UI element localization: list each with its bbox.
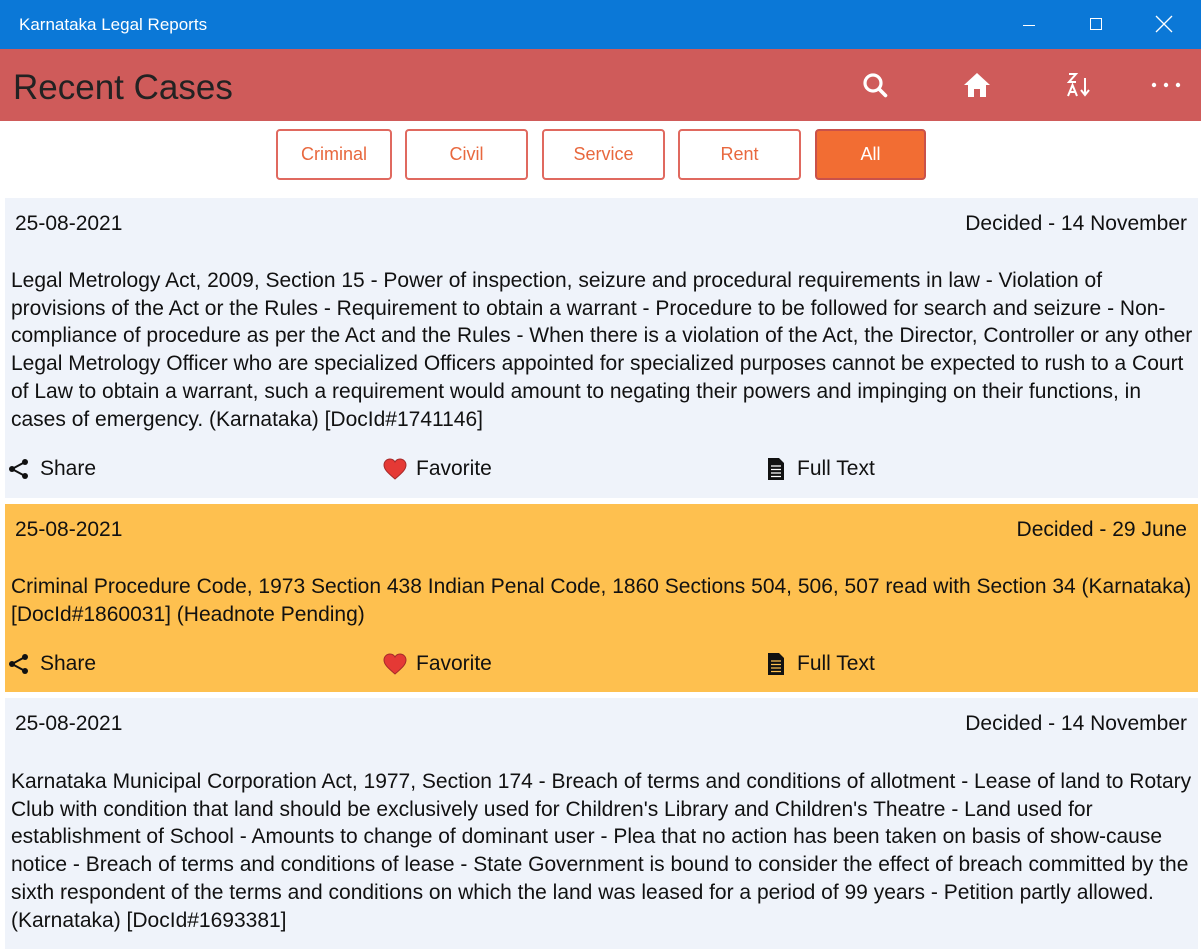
case-decided: Decided - 14 November <box>965 212 1187 235</box>
more-icon <box>1151 82 1181 88</box>
category-filter-bar: Criminal Civil Service Rent All <box>0 121 1201 193</box>
minimize-icon <box>1023 25 1035 26</box>
close-icon <box>1155 15 1173 33</box>
case-card-selected[interactable]: 25-08-2021 Decided - 29 June Criminal Pr… <box>5 504 1198 692</box>
home-icon <box>964 73 990 97</box>
page-title: Recent Cases <box>13 68 233 107</box>
share-button[interactable]: Share <box>7 649 96 679</box>
filter-rent-button[interactable]: Rent <box>678 129 801 180</box>
heart-icon <box>383 458 407 480</box>
minimize-button[interactable] <box>995 0 1063 49</box>
case-actions: Share Favorite Full Text <box>5 649 1198 679</box>
sort-button[interactable] <box>1049 57 1109 113</box>
filter-service-button[interactable]: Service <box>542 129 665 180</box>
case-headnote[interactable]: Criminal Procedure Code, 1973 Section 43… <box>11 573 1194 628</box>
maximize-icon <box>1090 18 1102 30</box>
case-card[interactable]: 25-08-2021 Decided - 14 November Karnata… <box>5 698 1198 949</box>
case-date: 25-08-2021 <box>15 518 123 541</box>
full-text-label: Full Text <box>797 457 875 480</box>
search-icon <box>863 73 888 98</box>
full-text-button[interactable]: Full Text <box>764 649 875 679</box>
close-button[interactable] <box>1131 0 1199 49</box>
case-headnote[interactable]: Legal Metrology Act, 2009, Section 15 - … <box>11 267 1194 433</box>
favorite-label: Favorite <box>416 457 492 480</box>
favorite-label: Favorite <box>416 652 492 675</box>
document-icon <box>768 458 784 480</box>
share-label: Share <box>40 652 97 675</box>
search-button[interactable] <box>845 57 905 113</box>
maximize-button[interactable] <box>1063 0 1131 49</box>
case-date: 25-08-2021 <box>15 712 123 735</box>
favorite-button[interactable]: Favorite <box>383 649 492 679</box>
filter-all-button[interactable]: All <box>815 129 926 180</box>
case-date: 25-08-2021 <box>15 212 123 235</box>
title-bar: Karnataka Legal Reports <box>0 0 1201 49</box>
filter-criminal-button[interactable]: Criminal <box>276 129 392 180</box>
full-text-button[interactable]: Full Text <box>764 454 875 484</box>
share-icon <box>9 654 28 674</box>
case-decided: Decided - 29 June <box>1016 518 1187 541</box>
document-icon <box>768 653 784 675</box>
case-headnote[interactable]: Karnataka Municipal Corporation Act, 197… <box>11 768 1194 934</box>
case-decided: Decided - 14 November <box>965 712 1187 735</box>
app-title: Karnataka Legal Reports <box>19 15 208 34</box>
share-label: Share <box>40 457 97 480</box>
full-text-label: Full Text <box>797 652 875 675</box>
case-actions: Share Favorite Full Text <box>5 454 1198 484</box>
share-icon <box>9 459 28 479</box>
heart-icon <box>383 653 407 675</box>
share-button[interactable]: Share <box>7 454 96 484</box>
home-button[interactable] <box>947 57 1007 113</box>
filter-civil-button[interactable]: Civil <box>405 129 528 180</box>
app-header: Recent Cases <box>0 49 1201 121</box>
sort-az-icon <box>1066 73 1090 97</box>
case-card[interactable]: 25-08-2021 Decided - 14 November Legal M… <box>5 198 1198 498</box>
favorite-button[interactable]: Favorite <box>383 454 492 484</box>
more-options-button[interactable] <box>1136 57 1196 113</box>
